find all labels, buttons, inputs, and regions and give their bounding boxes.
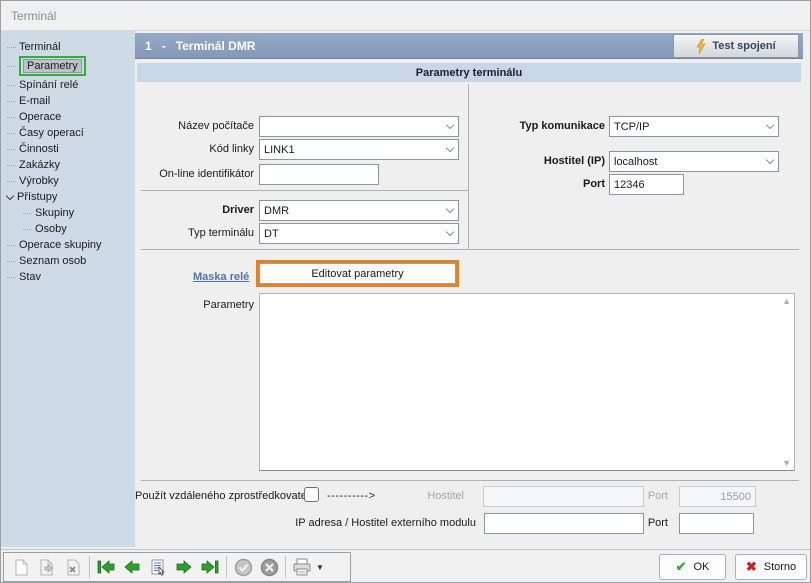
driver-label: Driver [135,204,254,216]
print-icon[interactable] [289,555,315,579]
previous-record-icon[interactable] [119,555,145,579]
chevron-down-icon[interactable] [761,152,778,171]
port-input[interactable] [609,174,684,195]
first-record-icon[interactable] [93,555,119,579]
arrow-text: ----------> [327,490,376,502]
cancel-icon[interactable] [256,555,282,579]
online-id-label: On-line identifikátor [135,168,254,180]
test-connection-button[interactable]: Test spojení [673,34,799,58]
sidebar-item-operace-skupiny[interactable]: Operace skupiny [1,237,135,253]
sidebar-item-zakazky[interactable]: Zakázky [1,157,135,173]
scroll-down-icon[interactable]: ▼ [782,458,791,468]
record-title: Terminál DMR [176,39,256,53]
chevron-down-icon[interactable] [441,140,458,159]
record-number: 1 [145,39,152,53]
section-header: Parametry terminálu [137,63,801,82]
driver-combo[interactable]: DMR [259,200,459,221]
separator [141,249,799,250]
port2-label: Port [628,517,668,529]
chevron-down-icon[interactable] [441,201,458,220]
port2-input[interactable] [679,513,754,534]
sidebar-item-seznam-osob[interactable]: Seznam osob [1,253,135,269]
sidebar-item-vyrobky[interactable]: Výrobky [1,173,135,189]
storno-button[interactable]: ✖ Storno [735,554,807,580]
sidebar-item-parametry-label: Parametry [23,59,82,73]
record-toolbar: ▼ [3,552,351,582]
chevron-down-icon[interactable] [441,117,458,136]
next-record-icon[interactable] [171,555,197,579]
sidebar-item-casy-operaci[interactable]: Časy operací [1,125,135,141]
main-panel: 1 - Terminál DMR Test spojení Parametry … [135,31,807,549]
hostitel-ip-combo[interactable]: localhost [609,151,779,172]
separator [141,190,468,191]
lightning-icon [696,39,706,54]
parametry-textarea[interactable] [260,294,794,470]
column-divider [468,84,469,249]
chevron-down-icon[interactable] [761,117,778,136]
remote-checkbox[interactable] [304,487,319,502]
ip-modul-label: IP adresa / Hostitel externího modulu [175,517,476,529]
x-icon: ✖ [746,559,757,575]
sidebar-item-email[interactable]: E-mail [1,93,135,109]
annotation-orange-box: Editovat parametry [256,260,459,287]
parametry-label: Parametry [135,299,254,311]
sidebar-item-pristupy[interactable]: Přístupy [1,189,135,205]
port-label: Port [485,178,605,190]
window-body: Terminál Parametry Spínání relé E-mail O… [1,31,811,549]
terminal-window: Terminál Terminál Parametry Spínání relé… [0,0,811,583]
ip-modul-input[interactable] [484,513,644,534]
accept-icon[interactable] [230,555,256,579]
check-icon: ✔ [676,559,687,575]
ok-button[interactable]: ✔ OK [659,554,726,580]
typ-komunikace-combo[interactable]: TCP/IP [609,116,779,137]
remote-port-label: Port [628,490,668,502]
sidebar-item-stav[interactable]: Stav [1,269,135,285]
sidebar-item-terminal[interactable]: Terminál [1,39,135,55]
remote-hostitel-label: Hostitel [384,490,464,502]
delete-record-icon[interactable] [60,555,86,579]
nazev-pocitace-label: Název počítače [135,120,254,132]
online-id-input[interactable] [259,164,379,185]
record-header-bar: 1 - Terminál DMR Test spojení [135,33,803,59]
kod-linky-combo[interactable]: LINK1 [259,139,459,160]
print-dropdown-caret-icon[interactable]: ▼ [316,563,324,572]
last-record-icon[interactable] [197,555,223,579]
sidebar-item-cinnosti[interactable]: Činnosti [1,141,135,157]
typ-terminalu-label: Typ terminálu [135,227,254,239]
nazev-pocitace-combo[interactable] [259,116,459,137]
edit-record-icon[interactable] [34,555,60,579]
typ-komunikace-label: Typ komunikace [485,120,605,132]
footer-bar: ▼ ✔ OK ✖ Storno [1,549,811,583]
sidebar-tree: Terminál Parametry Spínání relé E-mail O… [1,31,135,547]
chevron-down-icon[interactable] [441,224,458,243]
maska-rele-link[interactable]: Maska relé [193,271,249,283]
parametry-textarea-frame: ▲ ▼ [259,293,795,471]
new-record-icon[interactable] [8,555,34,579]
sidebar-item-osoby[interactable]: Osoby [1,221,135,237]
remote-hostitel-input [483,486,644,507]
edit-parameters-button[interactable]: Editovat parametry [259,263,456,284]
browse-records-icon[interactable] [145,555,171,579]
hostitel-ip-label: Hostitel (IP) [485,155,605,167]
kod-linky-label: Kód linky [135,143,254,155]
remote-port-input [679,486,756,507]
typ-terminalu-combo[interactable]: DT [259,223,459,244]
remote-checkbox-label: Použít vzdáleného zprostředkovatele [135,490,296,502]
chevron-down-icon[interactable] [6,191,14,199]
sidebar-item-skupiny[interactable]: Skupiny [1,205,135,221]
annotation-green-box: Parametry [19,56,86,76]
sidebar-item-parametry[interactable]: Parametry [1,55,135,77]
scroll-up-icon[interactable]: ▲ [782,296,791,306]
sidebar-item-spinani-rele[interactable]: Spínání relé [1,77,135,93]
separator [141,480,799,481]
window-title-bar: Terminál [1,1,810,31]
window-title: Terminál [11,9,56,23]
sidebar-item-operace[interactable]: Operace [1,109,135,125]
